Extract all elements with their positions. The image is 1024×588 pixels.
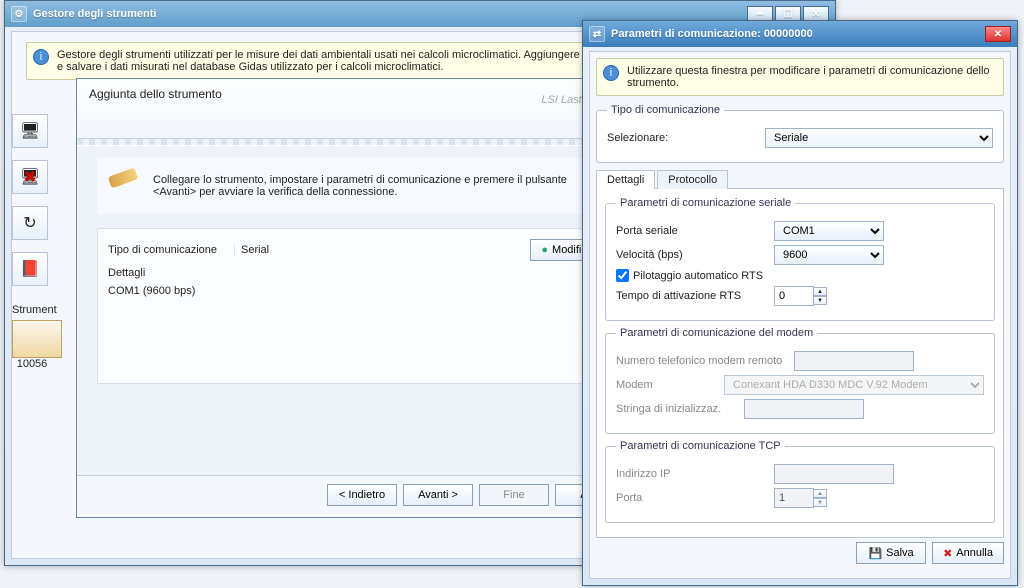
modem-phone-input	[794, 351, 914, 371]
dlg-titlebar: ⇄ Parametri di comunicazione: 00000000 ✕	[583, 21, 1017, 47]
tabs: Dettagli Protocollo	[596, 170, 1004, 189]
comm-dialog: ⇄ Parametri di comunicazione: 00000000 ✕…	[582, 20, 1018, 586]
dlg-close-button[interactable]: ✕	[985, 26, 1011, 42]
tab-body: Parametri di comunicazione seriale Porta…	[596, 188, 1004, 538]
details-label: Dettagli	[108, 267, 228, 279]
group-serial: Parametri di comunicazione seriale Porta…	[605, 197, 995, 321]
group-modem: Parametri di comunicazione del modem Num…	[605, 327, 995, 434]
tcp-spin-down: ▼	[813, 498, 827, 507]
dlg-cancel-button[interactable]: ✖Annulla	[932, 542, 1004, 564]
device-thumbnail[interactable]	[12, 320, 62, 358]
rts-time-label: Tempo di attivazione RTS	[616, 290, 766, 302]
modem-init-label: Stringa di inizializzaz.	[616, 403, 736, 415]
tcp-port-input	[774, 488, 814, 508]
rts-auto-checkbox[interactable]	[616, 269, 629, 282]
comm-type-value: Serial	[234, 244, 524, 256]
details-value-row: COM1 (9600 bps)	[108, 285, 604, 297]
tab-details[interactable]: Dettagli	[596, 170, 655, 189]
rts-time-input[interactable]	[774, 286, 814, 306]
save-icon: 💾	[868, 547, 882, 560]
left-nav: 🖥 🖥✖ ↻ 📕 Strument 10056	[12, 102, 52, 370]
port-select[interactable]: COM1	[774, 221, 884, 241]
finish-button: Fine	[479, 484, 549, 506]
speed-label: Velocità (bps)	[616, 249, 766, 261]
dlg-title: Parametri di comunicazione: 00000000	[611, 28, 813, 40]
group-tcp: Parametri di comunicazione TCP Indirizzo…	[605, 440, 995, 523]
details-row: Dettagli	[108, 267, 604, 279]
dlg-icon: ⇄	[589, 26, 605, 42]
main-title: Gestore degli strumenti	[33, 8, 156, 20]
nav-icon-device[interactable]: 🖥	[12, 114, 48, 148]
back-button[interactable]: < Indietro	[327, 484, 397, 506]
comm-type-select[interactable]: Seriale	[765, 128, 993, 148]
modem-select: Conexant HDA D330 MDC V.92 Modem	[724, 375, 984, 395]
modem-phone-label: Numero telefonico modem remoto	[616, 355, 786, 367]
next-button[interactable]: Avanti >	[403, 484, 473, 506]
pin-icon	[108, 168, 138, 189]
modem-label: Modem	[616, 379, 716, 391]
spin-down[interactable]: ▼	[813, 296, 827, 305]
dlg-info-icon: i	[603, 65, 619, 81]
wizard-header: Aggiunta dello strumento LSI Lastem	[77, 79, 635, 139]
thumb-label: 10056	[12, 358, 52, 370]
rts-time-spin[interactable]: ▲▼	[774, 286, 827, 306]
dlg-content: i Utilizzare questa finestra per modific…	[589, 51, 1011, 579]
tcp-port-label: Porta	[616, 492, 766, 504]
wizard-body: Collegare lo strumento, impostare i para…	[77, 145, 635, 475]
ip-input	[774, 464, 894, 484]
modem-init-input	[744, 399, 864, 419]
details-value: COM1 (9600 bps)	[108, 285, 195, 297]
group-tcp-legend: Parametri di comunicazione TCP	[616, 440, 785, 452]
group-comm-type-legend: Tipo di comunicazione	[607, 104, 724, 116]
comm-type-row: Tipo di comunicazione Serial ●Modifica	[108, 239, 604, 261]
tcp-spin-up: ▲	[813, 489, 827, 498]
select-comm-row: Selezionare: Seriale	[607, 128, 993, 148]
tcp-port-spin: ▲▼	[774, 488, 827, 508]
wizard-instruction-box: Collegare lo strumento, impostare i para…	[97, 158, 615, 214]
group-serial-legend: Parametri di comunicazione seriale	[616, 197, 795, 209]
tab-protocol[interactable]: Protocollo	[657, 170, 728, 189]
rts-auto-label: Pilotaggio automatico RTS	[633, 270, 763, 282]
dlg-info-text: Utilizzare questa finestra per modificar…	[627, 65, 990, 89]
save-button[interactable]: 💾Salva	[856, 542, 926, 564]
wizard-window: Aggiunta dello strumento LSI Lastem Coll…	[76, 78, 636, 518]
wizard-instruction-text: Collegare lo strumento, impostare i para…	[153, 174, 567, 198]
ip-label: Indirizzo IP	[616, 468, 766, 480]
nav-icon-refresh[interactable]: ↻	[12, 206, 48, 240]
wizard-buttons: < Indietro Avanti > Fine Ann	[77, 475, 635, 514]
nav-icon-remove[interactable]: 🖥✖	[12, 160, 48, 194]
nav-icon-help[interactable]: 📕	[12, 252, 48, 286]
dlg-info: i Utilizzare questa finestra per modific…	[596, 58, 1004, 96]
port-label: Porta seriale	[616, 225, 766, 237]
group-comm-type: Tipo di comunicazione Selezionare: Seria…	[596, 104, 1004, 163]
group-modem-legend: Parametri di comunicazione del modem	[616, 327, 817, 339]
speed-select[interactable]: 9600	[774, 245, 884, 265]
app-icon: ⚙	[11, 6, 27, 22]
cancel-icon: ✖	[943, 547, 952, 560]
info-icon: i	[33, 49, 49, 65]
spin-up[interactable]: ▲	[813, 287, 827, 296]
select-label: Selezionare:	[607, 132, 757, 144]
strumenti-label: Strument	[12, 304, 52, 316]
comm-type-label: Tipo di comunicazione	[108, 244, 228, 256]
